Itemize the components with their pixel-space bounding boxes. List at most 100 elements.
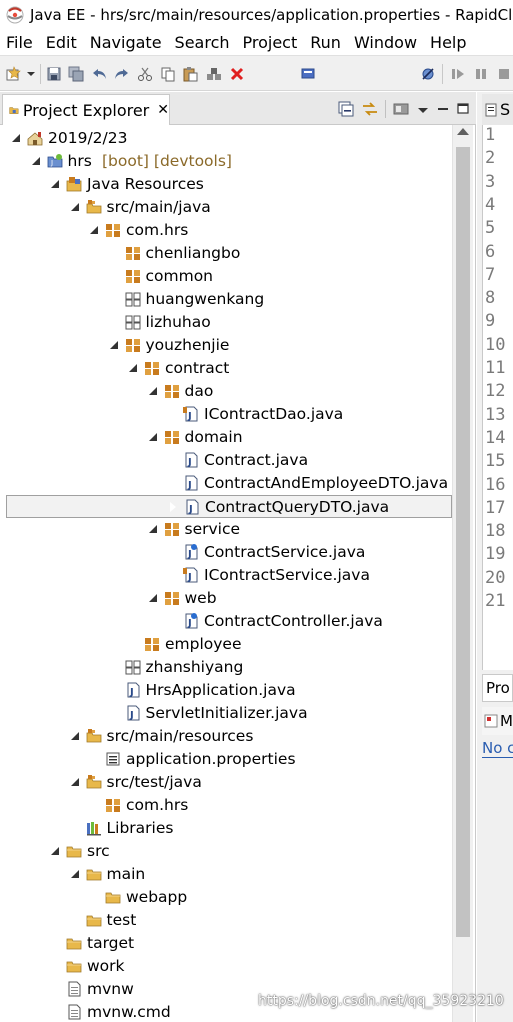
collapsed-arrow-icon[interactable]	[109, 661, 119, 673]
collapsed-arrow-icon[interactable]	[167, 615, 177, 627]
skip-breakpoints-icon[interactable]	[420, 66, 436, 82]
menu-file[interactable]: File	[0, 33, 40, 52]
collapsed-arrow-icon[interactable]	[167, 477, 177, 489]
expanded-arrow-icon[interactable]	[89, 225, 99, 235]
tree-item[interactable]: src/main/java	[0, 196, 452, 219]
tree-item[interactable]: youzhenjie	[0, 334, 452, 357]
refactor-icon[interactable]	[206, 66, 222, 82]
filters-icon[interactable]	[392, 100, 410, 118]
editor-tab[interactable]: S	[482, 94, 513, 125]
collapsed-arrow-icon[interactable]	[50, 937, 60, 949]
collapsed-arrow-icon[interactable]	[167, 454, 177, 466]
collapsed-arrow-icon[interactable]	[128, 638, 138, 650]
expanded-arrow-icon[interactable]	[70, 731, 80, 741]
menu-search[interactable]: Search	[169, 33, 237, 52]
menu-help[interactable]: Help	[424, 33, 473, 52]
tree-item[interactable]: J HrsApplication.java	[0, 679, 452, 702]
resume-icon[interactable]	[450, 66, 466, 82]
collapsed-arrow-icon[interactable]	[109, 270, 119, 282]
no-content-link[interactable]: No c	[482, 739, 513, 758]
tree-item[interactable]: lizhuhao	[0, 311, 452, 334]
collapsed-arrow-icon[interactable]	[70, 822, 80, 834]
close-icon[interactable]: ✕	[157, 102, 169, 118]
open-console-icon[interactable]	[300, 66, 316, 82]
expanded-arrow-icon[interactable]	[11, 133, 21, 143]
tree-item[interactable]: J ContractService.java	[0, 541, 452, 564]
tree-item[interactable]: target	[0, 932, 452, 955]
tree-item[interactable]: zhanshiyang	[0, 656, 452, 679]
tree-item[interactable]: dao	[0, 380, 452, 403]
collapsed-arrow-icon[interactable]	[109, 247, 119, 259]
collapse-all-icon[interactable]	[337, 100, 355, 118]
collapsed-arrow-icon[interactable]	[50, 960, 60, 972]
save-icon[interactable]	[46, 66, 62, 82]
tree-item[interactable]: J ContractController.java	[0, 610, 452, 633]
collapsed-arrow-icon[interactable]	[109, 293, 119, 305]
tree-item[interactable]: J ContractAndEmployeeDTO.java	[0, 472, 452, 495]
undo-icon[interactable]	[92, 66, 108, 82]
expanded-arrow-icon[interactable]	[70, 202, 80, 212]
tab-markers[interactable]: M	[482, 707, 513, 735]
tree-item[interactable]: service	[0, 518, 452, 541]
expanded-arrow-icon[interactable]	[148, 386, 158, 396]
link-with-editor-icon[interactable]	[361, 100, 379, 118]
tree-item[interactable]: Java Resources	[0, 173, 452, 196]
tree-item[interactable]: application.properties	[0, 748, 452, 771]
menu-window[interactable]: Window	[348, 33, 424, 52]
collapsed-arrow-icon[interactable]	[109, 684, 119, 696]
tree-item[interactable]: src/test/java	[0, 771, 452, 794]
suspend-icon[interactable]	[473, 66, 489, 82]
collapsed-arrow-icon[interactable]	[89, 799, 99, 811]
tree-item[interactable]: J ServletInitializer.java	[0, 702, 452, 725]
vertical-scrollbar[interactable]	[452, 125, 473, 1022]
tree-item[interactable]: J IContractService.java	[0, 564, 452, 587]
tree-item[interactable]: main	[0, 863, 452, 886]
redo-icon[interactable]	[113, 66, 129, 82]
tree-item[interactable]: com.hrs	[0, 794, 452, 817]
minimize-icon[interactable]	[436, 100, 450, 118]
maximize-icon[interactable]	[456, 100, 470, 118]
expanded-arrow-icon[interactable]	[50, 846, 60, 856]
tree-item[interactable]: employee	[0, 633, 452, 656]
code-editor[interactable]: 1 2 3 4 5 6 7 8 9 10 11 12 13 14 15 16 17 18 19 20 21	[482, 125, 513, 670]
tree-item[interactable]: contract	[0, 357, 452, 380]
tree-item[interactable]: src	[0, 840, 452, 863]
tree-item[interactable]: chenliangbo	[0, 242, 452, 265]
menu-navigate[interactable]: Navigate	[84, 33, 169, 52]
expanded-arrow-icon[interactable]	[148, 432, 158, 442]
menu-edit[interactable]: Edit	[40, 33, 84, 52]
collapsed-arrow-icon[interactable]	[89, 891, 99, 903]
tree-item[interactable]: Jhrs [boot] [devtools]	[0, 150, 452, 173]
tree-item[interactable]: web	[0, 587, 452, 610]
new-wizard-icon[interactable]	[5, 66, 21, 82]
paste-icon[interactable]	[182, 66, 198, 82]
tab-problems[interactable]: Pro	[482, 674, 513, 702]
collapsed-arrow-icon[interactable]	[167, 408, 177, 420]
expanded-arrow-icon[interactable]	[70, 777, 80, 787]
save-all-icon[interactable]	[68, 66, 84, 82]
expanded-arrow-icon[interactable]	[31, 156, 41, 166]
tab-project-explorer[interactable]: Project Explorer ✕	[2, 94, 170, 125]
expanded-arrow-icon[interactable]	[109, 340, 119, 350]
tree-item[interactable]: test	[0, 909, 452, 932]
collapsed-arrow-icon[interactable]	[167, 546, 177, 558]
tree-item[interactable]: huangwenkang	[0, 288, 452, 311]
expanded-arrow-icon[interactable]	[148, 593, 158, 603]
collapsed-arrow-icon[interactable]	[167, 569, 177, 581]
expanded-arrow-icon[interactable]	[128, 363, 138, 373]
expanded-arrow-icon[interactable]	[148, 524, 158, 534]
scrollbar-thumb[interactable]	[456, 147, 470, 937]
tree-item[interactable]: common	[0, 265, 452, 288]
terminate-icon[interactable]	[496, 66, 512, 82]
tree-item[interactable]: J ContractQueryDTO.java	[6, 495, 452, 518]
delete-icon[interactable]	[229, 66, 245, 82]
tree-item[interactable]: J Contract.java	[0, 449, 452, 472]
menu-project[interactable]: Project	[237, 33, 305, 52]
tree-item[interactable]: com.hrs	[0, 219, 452, 242]
view-menu-icon[interactable]	[416, 100, 430, 118]
copy-icon[interactable]	[160, 66, 176, 82]
tree-item[interactable]: domain	[0, 426, 452, 449]
tree-item[interactable]: webapp	[0, 886, 452, 909]
scroll-up-arrow-icon[interactable]	[457, 128, 469, 135]
tree-item[interactable]: work	[0, 955, 452, 978]
